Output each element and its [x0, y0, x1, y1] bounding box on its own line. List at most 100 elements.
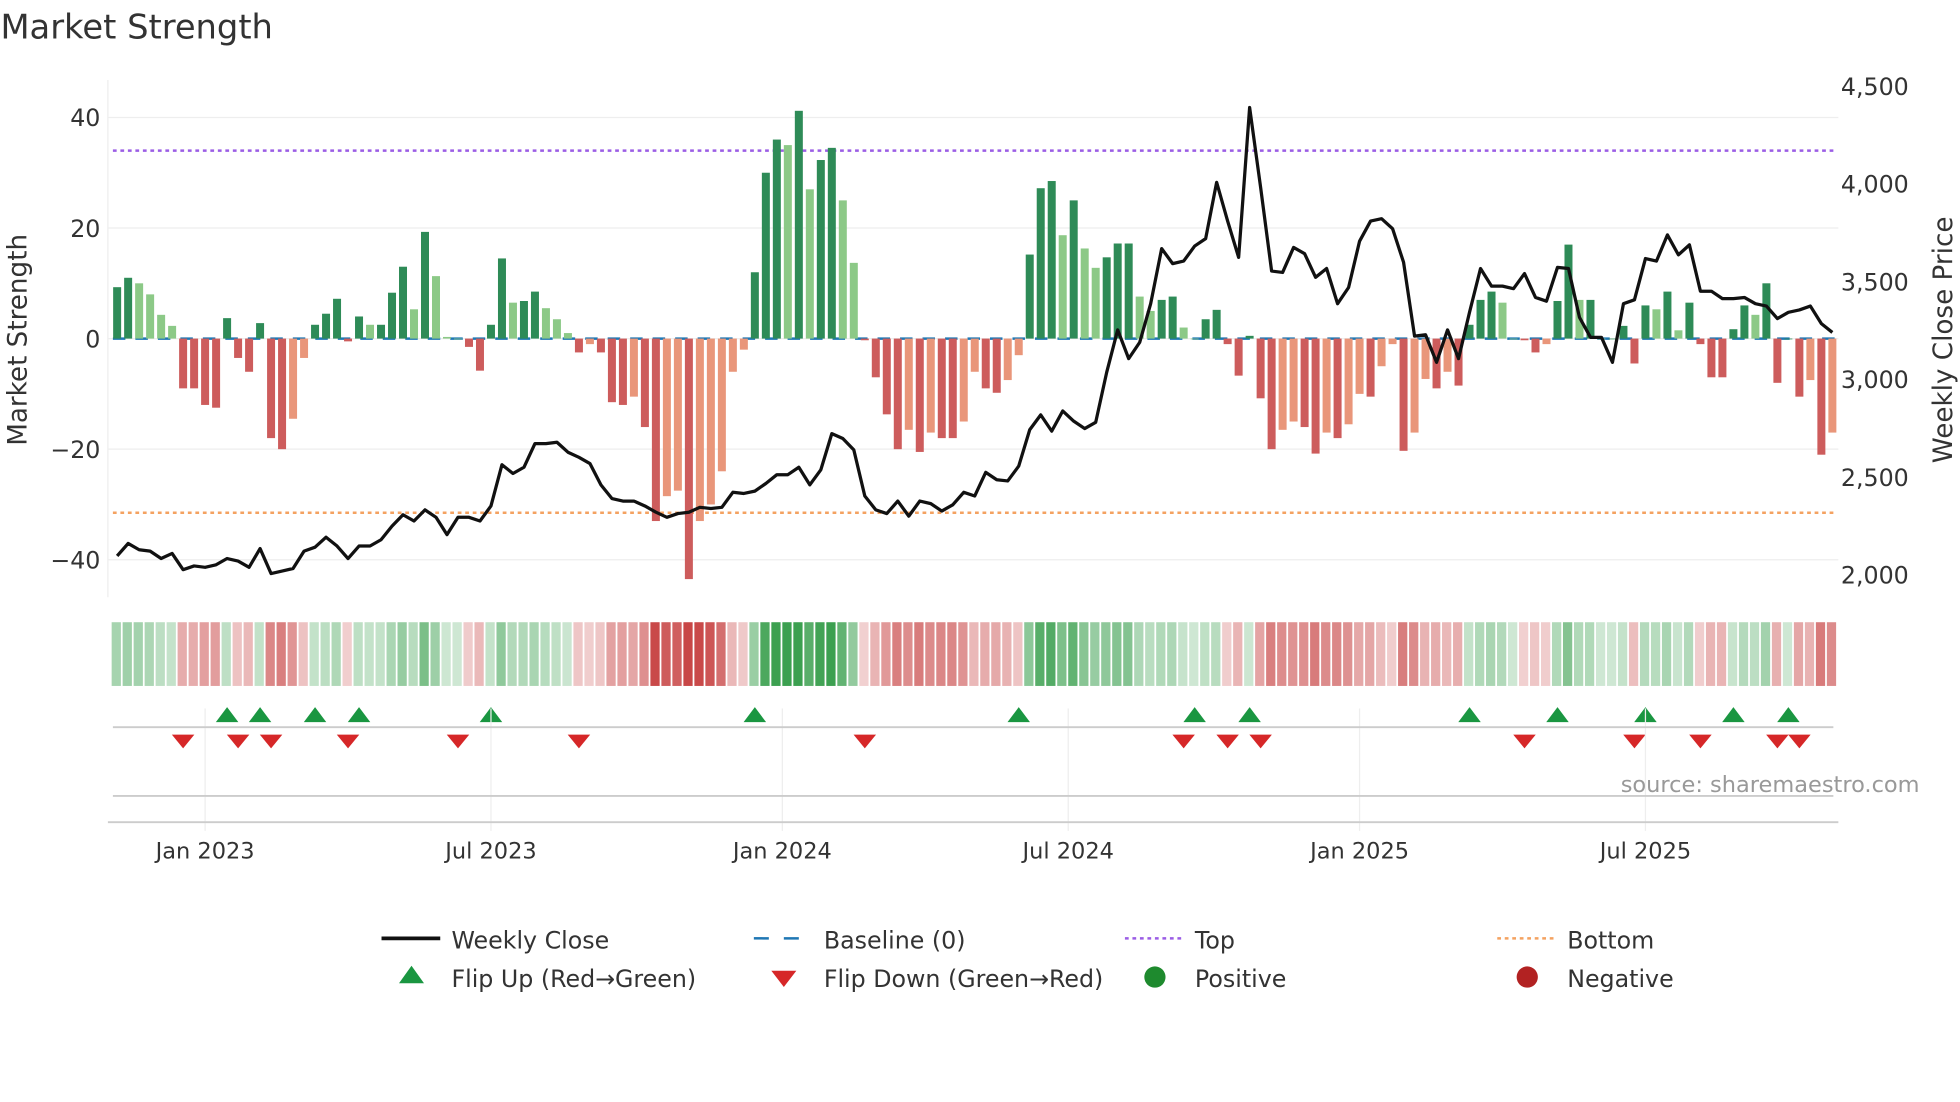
strength-bar [1289, 338, 1298, 422]
strength-bar [1685, 302, 1694, 339]
flip-up-marker [743, 707, 767, 723]
strength-bar [300, 338, 309, 358]
strip-cell [1771, 622, 1782, 686]
flip-up-marker [1777, 707, 1800, 723]
strength-bar [904, 338, 913, 430]
strip-cell [738, 622, 748, 686]
strength-bar [399, 266, 408, 339]
strip-cell [155, 622, 165, 686]
strip-cell [1442, 622, 1452, 686]
strength-bar [662, 338, 671, 497]
strength-bar [1047, 181, 1056, 339]
legend-item: Weekly Close [381, 926, 609, 954]
strength-bar [607, 338, 616, 403]
strength-bar [728, 338, 737, 372]
strip-cell [1508, 622, 1518, 686]
strength-bar [1388, 338, 1397, 345]
strength-bar [640, 338, 649, 428]
strip-cell [1035, 622, 1045, 686]
flip-down-marker [446, 734, 470, 749]
flip-down-marker [853, 734, 877, 749]
strip-cell [386, 622, 396, 686]
strip-cell [1431, 622, 1441, 686]
strip-cell [639, 622, 649, 686]
strength-bar [1663, 291, 1672, 339]
strip-cell [276, 622, 286, 686]
regime-strip [111, 622, 1837, 686]
strip-cell [1178, 622, 1188, 686]
strength-bar [1102, 257, 1111, 339]
strip-cell [1530, 622, 1540, 686]
strip-cell [892, 622, 902, 686]
strip-cell [837, 622, 847, 686]
strength-bar [1443, 338, 1452, 372]
strip-cell [1145, 622, 1155, 686]
strength-bar [585, 338, 594, 345]
circle-icon [1144, 966, 1166, 988]
strength-bar [1773, 338, 1782, 383]
strength-bar [1740, 305, 1749, 339]
strip-cell [1299, 622, 1309, 686]
strip-cell [331, 622, 341, 686]
legend-item: Flip Down (Green→Red) [771, 965, 1103, 993]
strip-cell [1782, 622, 1793, 686]
strip-cell [1244, 622, 1254, 686]
strip-cell [1211, 622, 1221, 686]
flip-down-marker [1788, 734, 1811, 749]
strength-bar [772, 139, 781, 339]
strength-bar [1630, 338, 1639, 364]
flip-up-marker [1546, 707, 1569, 723]
strip-cell [364, 622, 374, 686]
strength-bar [388, 292, 397, 339]
strength-bar [1245, 335, 1254, 339]
strength-bar [1256, 338, 1265, 399]
strength-bar [1553, 301, 1562, 339]
strip-cell [1595, 622, 1606, 686]
strength-bar [135, 283, 144, 339]
strip-cell [1815, 622, 1826, 686]
strength-bar [267, 338, 276, 439]
strip-cell [947, 622, 957, 686]
strength-bar [750, 272, 759, 339]
strip-cell [1189, 622, 1199, 686]
strip-cell [650, 622, 660, 686]
strip-cell [1288, 622, 1298, 686]
y2-tick-label: 4,000 [1841, 171, 1909, 199]
strength-bar [1751, 314, 1760, 339]
strip-cell [1606, 622, 1617, 686]
strength-bar [530, 291, 539, 339]
strip-cell [375, 622, 385, 686]
strength-bar [442, 336, 451, 339]
strip-cell [298, 622, 308, 686]
strength-bar [1509, 338, 1518, 340]
strip-cell [1453, 622, 1463, 686]
strip-cell [1650, 622, 1661, 686]
strength-bar [410, 309, 419, 339]
strip-cell [485, 622, 495, 686]
strip-cell [1420, 622, 1430, 686]
strength-bar [618, 338, 627, 405]
strength-bar [289, 338, 298, 419]
strip-cell [694, 622, 704, 686]
strength-bar [541, 308, 550, 339]
strength-bar [816, 160, 825, 339]
strength-bar [1410, 338, 1419, 433]
flip-up-marker [248, 707, 272, 723]
strength-bar [366, 324, 375, 339]
strength-bar [1179, 327, 1188, 339]
flip-down-marker [259, 734, 283, 749]
strip-cell [1584, 622, 1595, 686]
strength-bar [739, 338, 748, 350]
legend-label: Weekly Close [451, 926, 609, 954]
legend-label: Positive [1195, 965, 1286, 993]
legend-label: Flip Down (Green→Red) [824, 965, 1103, 993]
strip-cell [1222, 622, 1232, 686]
flip-down-marker [171, 734, 195, 749]
x-tick-label: Jan 2024 [731, 838, 832, 864]
strip-cell [705, 622, 715, 686]
strength-bar [1300, 338, 1309, 428]
strength-bar [1168, 296, 1177, 339]
flip-down-marker [1689, 734, 1712, 749]
y-axis-label: Market Strength [4, 234, 34, 446]
strip-cell [1134, 622, 1144, 686]
